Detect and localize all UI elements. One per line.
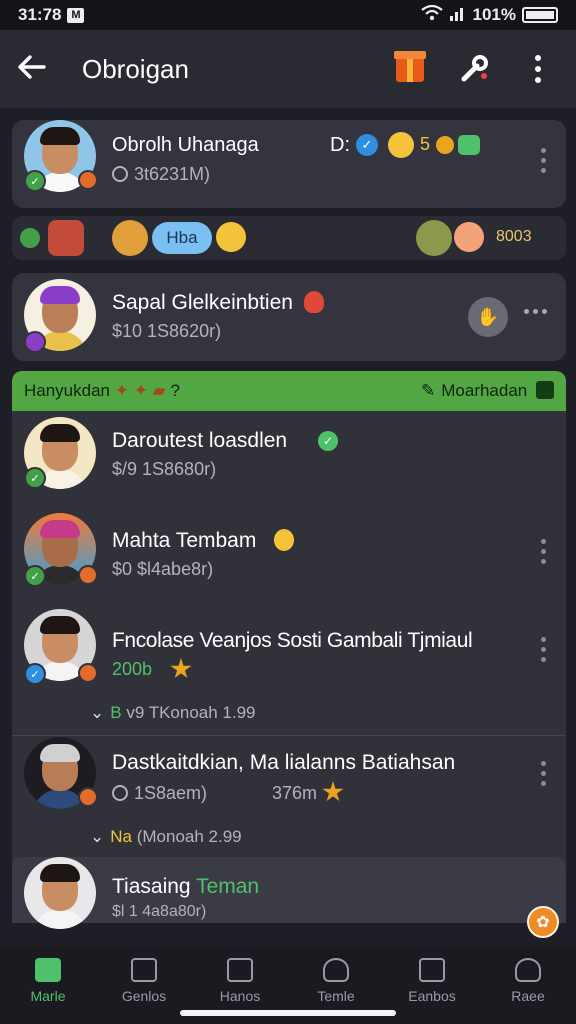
more-icon <box>535 55 541 83</box>
status-bar: 31:78 M 101% <box>0 0 576 30</box>
emoji-icon <box>274 529 294 551</box>
chat-name[interactable]: Tiasaing Teman <box>112 875 259 899</box>
row-more-icon[interactable] <box>541 148 546 173</box>
banner-right: ✎ Moarhadan <box>421 381 554 401</box>
nav-home[interactable]: Marle <box>0 946 96 1024</box>
story-thumb[interactable] <box>48 220 84 256</box>
calendar-icon <box>227 958 253 982</box>
chat-name[interactable]: Mahta Tembam <box>112 529 256 553</box>
unread-count: 5 <box>420 134 431 154</box>
battery-percent: 101% <box>472 5 516 24</box>
chat-name[interactable]: Fncolase Veanjos Sosti Gambali Tjmiaul <box>112 629 473 653</box>
chat-name[interactable]: Daroutest loasdlen <box>112 429 287 453</box>
verified-badge-icon: ✓ <box>24 170 46 192</box>
gift-icon <box>394 51 426 82</box>
chevron-down-icon: ⌄ <box>90 827 105 846</box>
more-button[interactable] <box>516 47 560 91</box>
verified-badge-icon: ✓ <box>24 467 46 489</box>
battery-icon <box>522 7 558 23</box>
story-strip: Hba 8003 <box>12 216 566 260</box>
chat-subtitle: $10 1S8620r) <box>112 321 222 341</box>
status-time: 31:78 <box>18 5 62 24</box>
chevron-down-icon: ⌄ <box>90 703 105 722</box>
chat-subtitle: 1S8aem) <box>112 783 207 804</box>
verified-badge-icon: ✓ <box>24 663 46 685</box>
divider <box>12 735 566 736</box>
story-thumb[interactable] <box>416 220 452 256</box>
emoji-icon <box>454 222 484 252</box>
emoji-icon <box>216 222 246 252</box>
carrier-badge: M <box>67 7 85 23</box>
tool-icon <box>461 55 488 82</box>
tool-button[interactable] <box>452 47 496 91</box>
coin-badge-icon <box>78 787 98 807</box>
check-badge-icon: ✓ <box>318 431 338 451</box>
home-indicator <box>180 1010 396 1016</box>
clock-icon <box>112 785 128 801</box>
nav-card[interactable]: Eanbos <box>384 946 480 1024</box>
signal-icon <box>449 5 467 26</box>
thumb-action-icon[interactable]: ✋ <box>468 297 508 337</box>
section-banner[interactable]: Hanyukdan ✦ ✦ ▰ ? ✎ Moarhadan <box>12 371 566 411</box>
chat-name: Obrolh Uhanaga <box>112 134 259 156</box>
fire-icon <box>304 291 324 313</box>
emoji-icon <box>388 132 414 158</box>
nav-store[interactable]: Genlos <box>96 946 192 1024</box>
back-arrow-icon[interactable] <box>16 50 66 89</box>
strip-count: 8003 <box>496 228 532 245</box>
status-badge-icon <box>24 331 46 353</box>
page-title: Obroigan <box>82 53 189 84</box>
gift-button[interactable] <box>388 47 432 91</box>
sparkle-icon: ✿ <box>536 914 550 931</box>
chat-subtitle: $l 1 4a8a80r) <box>112 903 207 920</box>
story-thumb[interactable] <box>112 220 148 256</box>
chat-name: Sapal Glelkeinbtien <box>112 291 293 314</box>
app-bar: Obroigan <box>0 30 576 108</box>
plan-row[interactable]: ⌄ Na (Monoah 2.99 <box>90 827 242 847</box>
story-pill[interactable]: Hba <box>152 222 212 254</box>
floating-action-button[interactable]: ✿ <box>527 906 559 938</box>
store-icon <box>131 958 157 982</box>
check-badge-icon: ✓ <box>356 134 378 156</box>
row-more-icon[interactable] <box>541 637 546 662</box>
chat-card[interactable]: Sapal Glelkeinbtien $10 1S8620r) ✋ <box>12 273 566 361</box>
wifi-icon <box>420 4 443 26</box>
banner-left: Hanyukdan ✦ ✦ ▰ ? <box>24 381 180 400</box>
card-icon <box>419 958 445 982</box>
clock-icon <box>112 166 128 182</box>
chat-subtitle: 200b <box>112 659 153 679</box>
person-icon <box>323 958 349 982</box>
star-badge-icon <box>170 658 192 679</box>
chat-subtitle: $/9 1S8680r) <box>112 459 217 479</box>
plan-row[interactable]: ⌄ B v9 TKonoah 1.99 <box>90 703 256 723</box>
row-more-icon[interactable] <box>541 761 546 786</box>
row-more-icon[interactable] <box>524 309 547 314</box>
chat-subtitle-right: 376m <box>272 783 318 803</box>
nav-profile[interactable]: Raee <box>480 946 576 1024</box>
chat-bubble-icon[interactable] <box>18 226 42 250</box>
chat-subtitle: 3t6231M) <box>112 164 210 185</box>
chat-list: ✓ Daroutest loasdlen ✓ $/9 1S8680r) ✓ Ma… <box>12 411 566 929</box>
chat-icon <box>458 135 480 155</box>
chat-subtitle: $0 $l4abe8r) <box>112 559 214 579</box>
edit-icon <box>536 381 554 399</box>
row-more-icon[interactable] <box>541 539 546 564</box>
avatar <box>24 857 96 929</box>
coin-badge-icon <box>78 565 98 585</box>
chat-right-label: D: <box>330 134 350 156</box>
home-icon <box>35 958 61 982</box>
star-badge-icon <box>322 781 344 802</box>
pinned-chat-card[interactable]: ✓ Obrolh Uhanaga 3t6231M) D: ✓ 5 <box>12 120 566 208</box>
verified-badge-icon: ✓ <box>24 565 46 587</box>
coin-icon <box>436 136 454 154</box>
profile-icon <box>515 958 541 982</box>
coin-badge-icon <box>78 170 98 190</box>
chat-name[interactable]: Dastkaitdkian, Ma lialanns Batiahsan <box>112 751 455 775</box>
coin-badge-icon <box>78 663 98 683</box>
